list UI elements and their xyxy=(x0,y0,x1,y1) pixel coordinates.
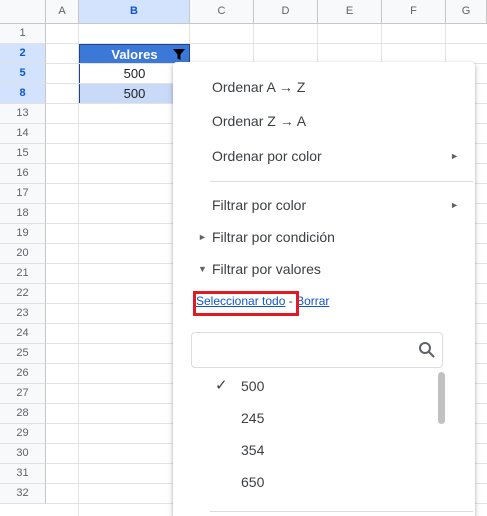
highlight-box xyxy=(193,291,299,316)
submenu-arrow-icon: ► xyxy=(450,151,459,161)
menu-item-label: Filtrar por valores xyxy=(212,261,321,277)
column-header-f[interactable]: F xyxy=(382,0,446,24)
menu-item-filter-by-condition[interactable]: ► Filtrar por condición xyxy=(173,222,475,252)
expand-right-icon: ► xyxy=(198,232,207,242)
search-icon[interactable] xyxy=(418,341,436,359)
value-item[interactable]: 650 xyxy=(173,466,433,498)
menu-item-label: Ordenar Z → A xyxy=(212,113,307,129)
row-header[interactable]: 5 xyxy=(0,64,46,84)
menu-item-label: Filtrar por condición xyxy=(212,229,335,245)
column-header-c[interactable]: C xyxy=(190,0,254,24)
values-search-input[interactable] xyxy=(192,333,402,367)
row-header[interactable]: 26 xyxy=(0,364,46,384)
menu-item-filter-by-values[interactable]: ▼ Filtrar por valores xyxy=(173,254,475,284)
column-header-g[interactable]: G xyxy=(446,0,487,24)
row-header[interactable]: 17 xyxy=(0,184,46,204)
menu-item-sort-z-a[interactable]: Ordenar Z → A xyxy=(173,106,475,136)
values-list: ✓ 500 245 354 650 xyxy=(173,370,475,516)
menu-item-sort-a-z[interactable]: Ordenar A → Z xyxy=(173,72,475,102)
select-all-corner[interactable] xyxy=(0,0,46,24)
value-label: 650 xyxy=(241,474,265,490)
gridline xyxy=(46,43,487,44)
row-header[interactable]: 32 xyxy=(0,484,46,504)
row-header[interactable]: 1 xyxy=(0,24,46,44)
filter-icon[interactable] xyxy=(172,48,186,61)
row-header[interactable]: 14 xyxy=(0,124,46,144)
menu-item-label: Filtrar por color xyxy=(212,197,307,213)
row-header[interactable]: 25 xyxy=(0,344,46,364)
row-header[interactable]: 22 xyxy=(0,284,46,304)
row-header[interactable]: 19 xyxy=(0,224,46,244)
menu-divider xyxy=(210,181,473,182)
row-header[interactable]: 27 xyxy=(0,384,46,404)
menu-item-label: Ordenar por color xyxy=(212,148,322,164)
value-label: 500 xyxy=(241,378,265,394)
value-label: 354 xyxy=(241,442,265,458)
checkmark-icon: ✓ xyxy=(215,377,228,394)
filter-dropdown-menu: Ordenar A → Z Ordenar Z → A Ordenar por … xyxy=(173,62,475,516)
column-header-e[interactable]: E xyxy=(318,0,382,24)
value-item[interactable]: 245 xyxy=(173,402,433,434)
header-cell-valores[interactable]: Valores xyxy=(79,44,190,64)
column-header-b[interactable]: B xyxy=(79,0,190,24)
header-label: Valores xyxy=(111,47,158,62)
clear-link[interactable]: Borrar xyxy=(296,294,329,308)
values-scrollbar[interactable] xyxy=(438,372,445,424)
value-item[interactable]: ✓ 500 xyxy=(173,370,433,402)
menu-item-sort-by-color[interactable]: Ordenar por color ► xyxy=(173,141,475,171)
row-header[interactable]: 13 xyxy=(0,104,46,124)
row-header[interactable]: 16 xyxy=(0,164,46,184)
row-header[interactable]: 29 xyxy=(0,424,46,444)
column-header-a[interactable]: A xyxy=(46,0,79,24)
expand-down-icon: ▼ xyxy=(198,264,207,274)
submenu-arrow-icon: ► xyxy=(450,200,459,210)
row-header[interactable]: 24 xyxy=(0,324,46,344)
row-header[interactable]: 23 xyxy=(0,304,46,324)
row-header[interactable]: 30 xyxy=(0,444,46,464)
value-item[interactable]: 354 xyxy=(173,434,433,466)
menu-divider xyxy=(210,511,473,512)
row-header[interactable]: 21 xyxy=(0,264,46,284)
row-header[interactable]: 28 xyxy=(0,404,46,424)
menu-item-label: Ordenar A → Z xyxy=(212,79,306,95)
value-label: 245 xyxy=(241,410,265,426)
values-search-box[interactable] xyxy=(191,332,443,368)
row-header[interactable]: 15 xyxy=(0,144,46,164)
column-header-d[interactable]: D xyxy=(254,0,318,24)
row-header[interactable]: 20 xyxy=(0,244,46,264)
row-header[interactable]: 8 xyxy=(0,84,46,104)
row-header[interactable]: 31 xyxy=(0,464,46,484)
row-header[interactable]: 18 xyxy=(0,204,46,224)
row-header[interactable]: 2 xyxy=(0,44,46,64)
menu-item-filter-by-color[interactable]: Filtrar por color ► xyxy=(173,190,475,220)
